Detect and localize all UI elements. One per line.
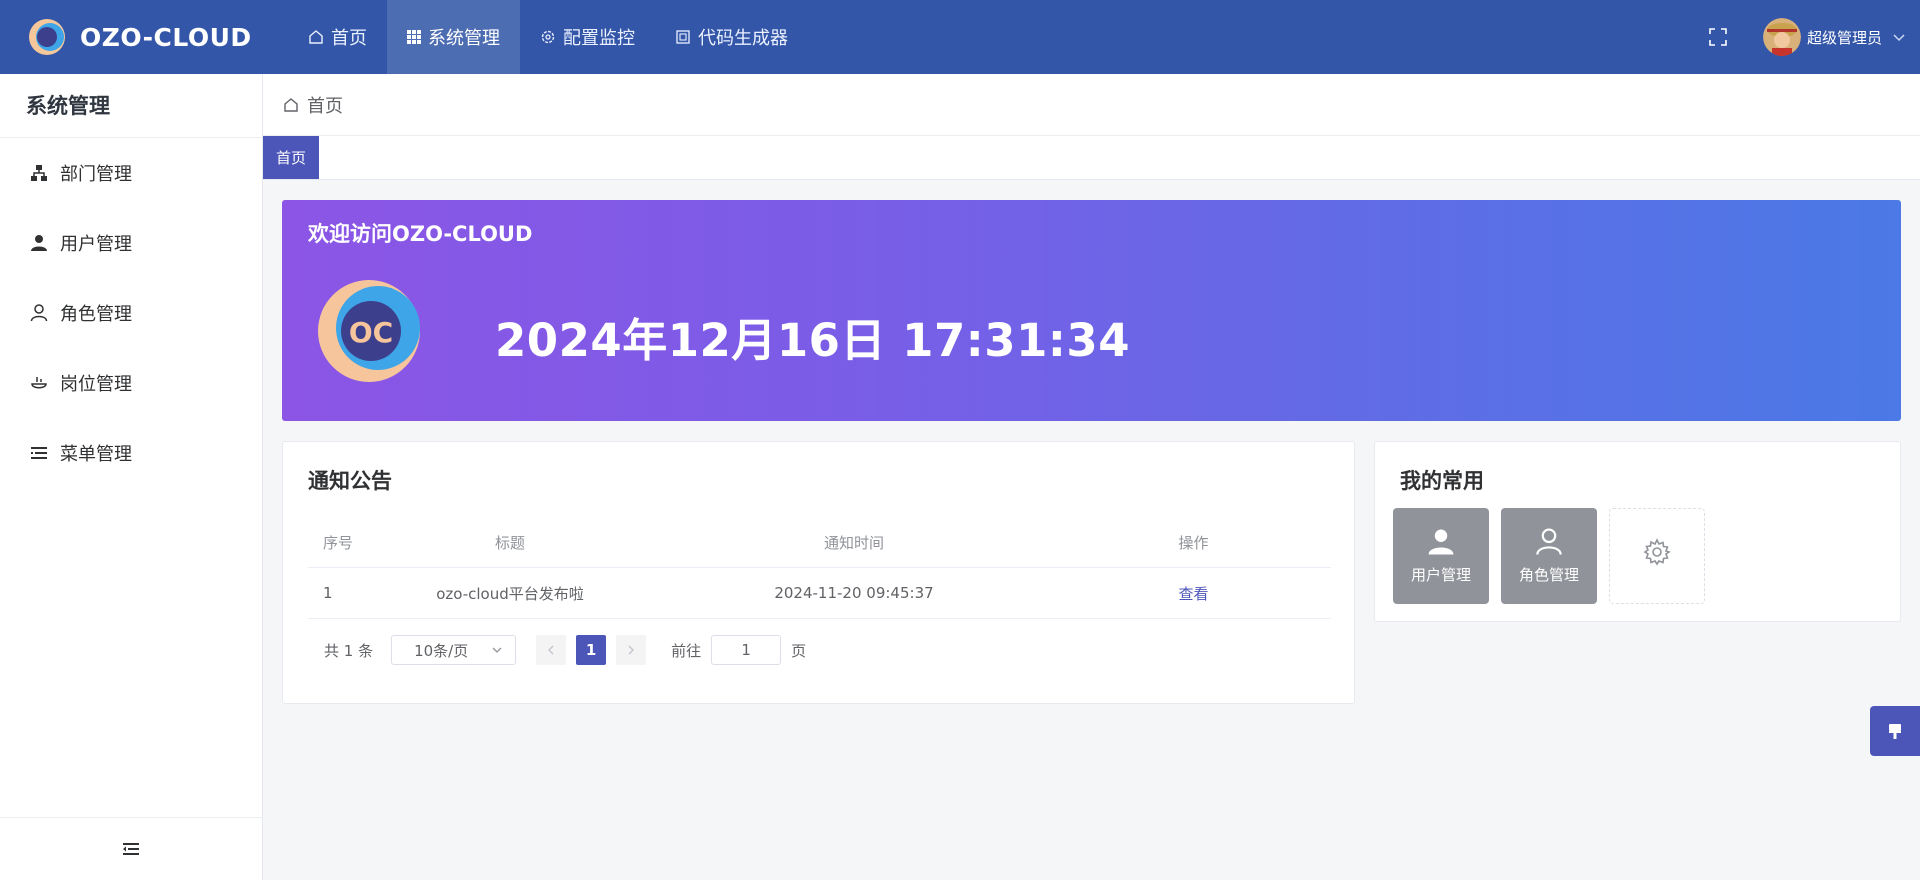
notice-title: 通知公告 [308, 469, 392, 493]
page-size-value: 10条/页 [414, 641, 469, 660]
column-header-index: 序号 [323, 533, 354, 552]
sidebar-item-roles[interactable]: 角色管理 [0, 278, 262, 348]
table-row: 1 ozo-cloud平台发布啦 2024-11-20 09:45:37 查看 [308, 568, 1331, 619]
column-header-title: 标题 [494, 533, 525, 552]
sidebar-item-department-label: 部门管理 [60, 164, 132, 185]
pagination: 共 1 条 10条/页 1 前往 页 [308, 634, 806, 666]
page-size-select[interactable]: 10条/页 [391, 635, 517, 665]
cell-index: 1 [323, 584, 333, 602]
collapse-sidebar-button[interactable] [0, 817, 262, 880]
brand-logo-icon [29, 19, 65, 55]
avatar[interactable] [1762, 18, 1801, 56]
user-outline-icon [30, 304, 48, 322]
brand-name: OZO-CLOUD [80, 22, 252, 52]
sidebar-item-menus[interactable]: 菜单管理 [0, 418, 262, 488]
nav-code-generator-label: 代码生成器 [698, 28, 788, 49]
common-title: 我的常用 [1400, 469, 1484, 493]
goto-label: 前往 [671, 641, 702, 660]
nav-home-label: 首页 [331, 28, 367, 49]
sidebar-item-users-label: 用户管理 [60, 234, 132, 255]
prev-page-button[interactable] [536, 635, 567, 665]
code-icon [676, 30, 690, 44]
sidebar-item-menus-label: 菜单管理 [60, 444, 132, 465]
notice-card: 通知公告 序号 标题 通知时间 操作 1 ozo-cloud平台发布啦 2024… [282, 441, 1355, 704]
collapse-icon [123, 843, 139, 855]
table-header: 序号 标题 通知时间 操作 [308, 517, 1331, 568]
common-card: 我的常用 用户管理 角色管理 [1374, 441, 1901, 622]
tag-home[interactable]: 首页 [263, 136, 319, 179]
gear-icon [1643, 538, 1671, 566]
next-page-button[interactable] [616, 635, 647, 665]
banner-datetime: 2024年12月16日 17:31:34 [495, 314, 1131, 367]
shortcut-users-label: 用户管理 [1410, 565, 1471, 584]
tags-bar: 首页 [263, 136, 1920, 180]
grid-icon [407, 30, 421, 44]
chevron-right-icon [628, 645, 635, 655]
shortcut-roles-label: 角色管理 [1518, 565, 1579, 584]
user-solid-icon [31, 235, 47, 251]
fullscreen-button[interactable] [1705, 24, 1731, 50]
sidebar-item-posts[interactable]: 岗位管理 [0, 348, 262, 418]
nav-home[interactable]: 首页 [288, 0, 387, 74]
user-solid-icon [1428, 529, 1454, 554]
sidebar-item-roles-label: 角色管理 [60, 304, 132, 325]
theme-settings-button[interactable] [1870, 706, 1920, 756]
top-nav: 首页 系统管理 配置监控 代码生成器 [288, 0, 808, 74]
pagination-total: 共 1 条 [324, 641, 374, 660]
nav-config-monitor-label: 配置监控 [563, 28, 635, 49]
org-tree-icon [31, 165, 47, 181]
chevron-down-icon[interactable] [1892, 30, 1906, 44]
breadcrumb: 首页 [263, 74, 1920, 136]
shortcut-settings-button[interactable] [1609, 508, 1705, 604]
fullscreen-icon [1709, 28, 1727, 46]
top-bar: OZO-CLOUD 首页 系统管理 配置监控 代码生成器 超级管理员 [0, 0, 1920, 74]
cell-title: ozo-cloud平台发布啦 [436, 584, 584, 603]
user-name[interactable]: 超级管理员 [1807, 27, 1882, 48]
banner-title: 欢迎访问OZO-CLOUD [308, 222, 533, 246]
sidebar-title: 系统管理 [0, 74, 262, 138]
paint-brush-icon [1889, 724, 1901, 739]
menu-list-icon [31, 447, 47, 459]
nav-config-monitor[interactable]: 配置监控 [520, 0, 655, 74]
sidebar-item-posts-label: 岗位管理 [60, 374, 132, 395]
banner-logo-text: OC [349, 316, 393, 349]
goto-page-input[interactable] [711, 635, 782, 665]
chevron-left-icon [548, 645, 554, 655]
welcome-banner: 欢迎访问OZO-CLOUD OC 2024年12月16日 17:31:34 [282, 200, 1901, 421]
sidebar-item-department[interactable]: 部门管理 [0, 138, 262, 208]
shortcut-list: 用户管理 角色管理 [1393, 508, 1717, 604]
post-icon [31, 377, 47, 389]
shortcut-users[interactable]: 用户管理 [1393, 508, 1489, 604]
sidebar: 系统管理 部门管理 用户管理 角色管理 岗位管理 菜单管理 [0, 74, 263, 880]
brand[interactable]: OZO-CLOUD [0, 0, 280, 74]
chevron-down-icon [492, 647, 502, 653]
sidebar-item-users[interactable]: 用户管理 [0, 208, 262, 278]
home-icon [309, 30, 323, 44]
banner-logo-icon: OC [318, 280, 420, 382]
shortcut-roles[interactable]: 角色管理 [1501, 508, 1597, 604]
page-unit-label: 页 [791, 641, 807, 660]
user-outline-icon [1536, 527, 1562, 555]
cell-time: 2024-11-20 09:45:37 [774, 584, 934, 602]
notice-table: 序号 标题 通知时间 操作 1 ozo-cloud平台发布啦 2024-11-2… [308, 517, 1331, 619]
avatar-icon [1762, 18, 1801, 56]
page-number-current[interactable]: 1 [576, 635, 607, 665]
nav-system[interactable]: 系统管理 [387, 0, 520, 74]
column-header-time: 通知时间 [823, 533, 884, 552]
top-right: 超级管理员 [1705, 0, 1906, 74]
breadcrumb-current[interactable]: 首页 [307, 92, 343, 118]
nav-system-label: 系统管理 [428, 28, 500, 49]
gear-icon [541, 30, 555, 44]
home-icon [284, 97, 298, 112]
nav-code-generator[interactable]: 代码生成器 [655, 0, 808, 74]
view-link[interactable]: 查看 [1178, 585, 1208, 603]
column-header-action: 操作 [1178, 533, 1209, 552]
